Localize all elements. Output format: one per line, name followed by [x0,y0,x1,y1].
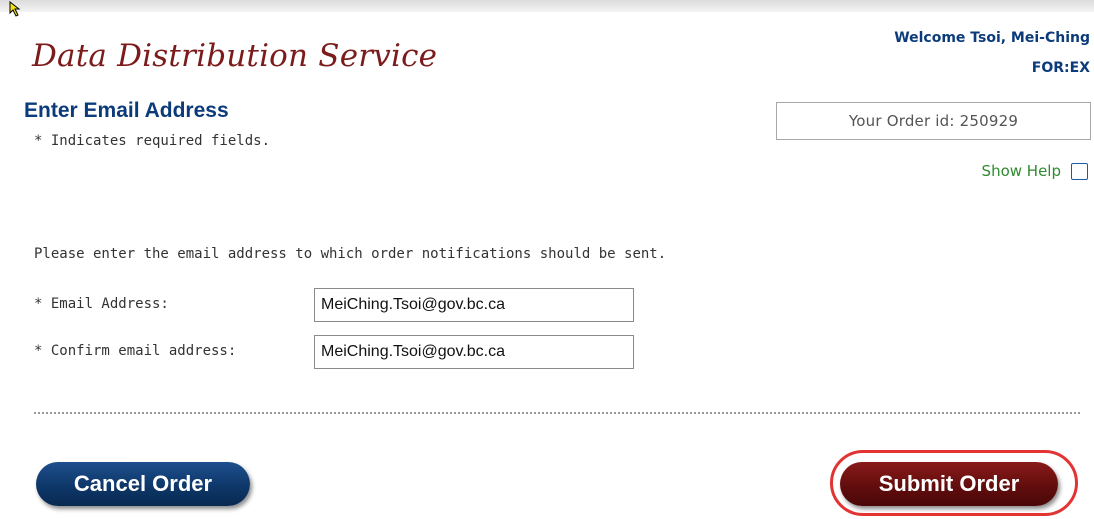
email-address-input[interactable] [314,288,634,322]
form-divider [34,412,1080,414]
email-instruction: Please enter the email address to which … [34,246,667,262]
required-fields-note: * Indicates required fields. [34,133,271,149]
confirm-email-input[interactable] [314,335,634,369]
order-id-text: Your Order id: 250929 [848,112,1019,130]
order-id-box: Your Order id: 250929 [776,102,1091,140]
app-title: Data Distribution Service [32,38,438,74]
welcome-text: Welcome Tsoi, Mei-Ching [894,30,1090,46]
show-help-label[interactable]: Show Help [982,162,1061,180]
cancel-order-button[interactable]: Cancel Order [36,462,250,506]
show-help-toggle[interactable]: Show Help [982,162,1088,180]
mouse-cursor-icon [9,0,21,17]
page-title: Enter Email Address [24,99,229,122]
org-code: FOR:EX [1031,60,1090,76]
confirm-email-label: * Confirm email address: [34,343,237,359]
top-band [0,0,1094,12]
email-address-label: * Email Address: [34,296,169,312]
show-help-checkbox[interactable] [1071,162,1088,180]
submit-order-button[interactable]: Submit Order [840,462,1058,506]
